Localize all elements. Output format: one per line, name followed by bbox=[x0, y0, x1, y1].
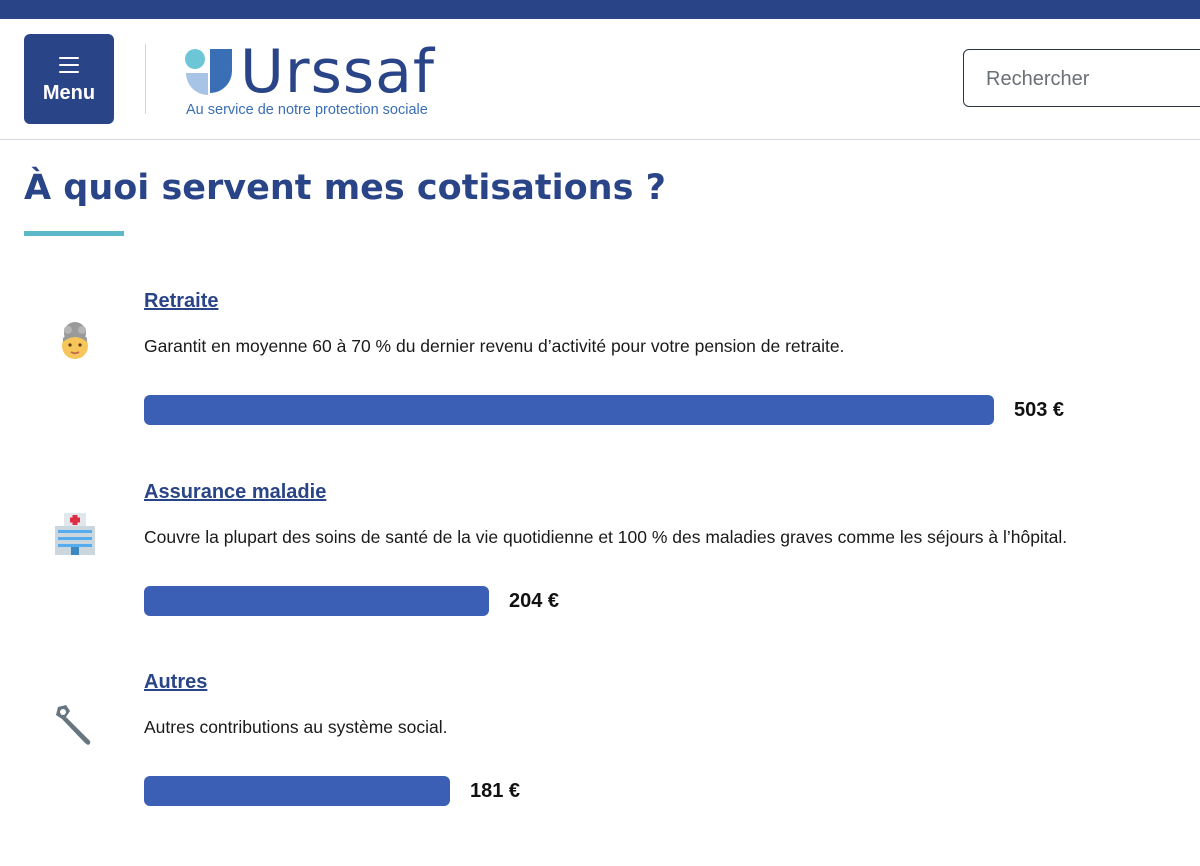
wrench-icon bbox=[56, 705, 91, 745]
search-box[interactable] bbox=[963, 49, 1200, 108]
title-underline bbox=[24, 231, 124, 236]
site-header: Menu Urssaf Au service de notre protecti… bbox=[0, 19, 1200, 140]
contribution-item-retraite: Retraite Garantit en moyenne 60 à 70 % d… bbox=[0, 290, 1200, 460]
contribution-item-assurance-maladie: Assurance maladie Couvre la plupart des … bbox=[0, 481, 1200, 651]
page-title: À quoi servent mes cotisations ? bbox=[24, 168, 666, 208]
amount-bar bbox=[144, 586, 489, 616]
urssaf-logo-mark-icon bbox=[185, 49, 232, 95]
header-divider bbox=[145, 44, 146, 114]
item-description: Garantit en moyenne 60 à 70 % du dernier… bbox=[144, 336, 845, 356]
amount-bar bbox=[144, 395, 994, 425]
item-title-link[interactable]: Assurance maladie bbox=[144, 481, 326, 504]
menu-button[interactable]: Menu bbox=[24, 34, 114, 124]
top-band bbox=[0, 0, 1200, 19]
urssaf-logo[interactable]: Urssaf Au service de notre protection so… bbox=[184, 37, 454, 125]
item-amount: 181 € bbox=[470, 780, 521, 802]
contribution-item-autres: Autres Autres contributions au système s… bbox=[0, 671, 1200, 841]
item-description: Autres contributions au système social. bbox=[144, 717, 448, 737]
menu-label: Menu bbox=[42, 82, 96, 104]
item-amount: 503 € bbox=[1014, 399, 1065, 421]
item-title-link[interactable]: Retraite bbox=[144, 290, 218, 313]
item-title-link[interactable]: Autres bbox=[144, 671, 207, 694]
hospital-icon bbox=[55, 513, 95, 555]
amount-bar bbox=[144, 776, 450, 806]
logo-wordmark: Urssaf bbox=[240, 37, 435, 107]
older-woman-icon bbox=[62, 322, 88, 359]
item-amount: 204 € bbox=[509, 590, 560, 612]
search-input[interactable] bbox=[984, 50, 1200, 108]
logo-tagline: Au service de notre protection sociale bbox=[186, 102, 428, 118]
hamburger-icon bbox=[59, 57, 79, 73]
item-description: Couvre la plupart des soins de santé de … bbox=[144, 527, 1068, 547]
